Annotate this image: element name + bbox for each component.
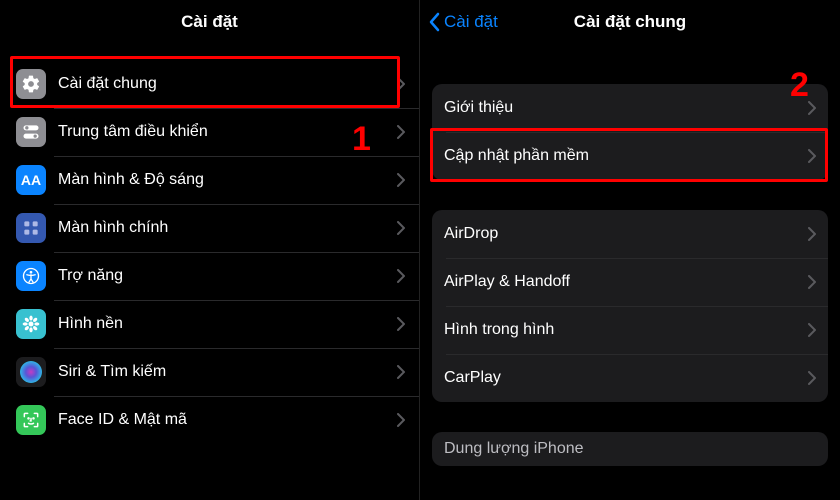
row-label: CarPlay [444,369,808,387]
row-label: Giới thiệu [444,99,808,117]
back-label: Cài đặt [444,12,498,32]
chevron-left-icon [428,12,440,32]
chevron-right-icon [397,365,405,379]
row-software-update[interactable]: Cập nhật phần mềm [432,132,828,180]
chevron-right-icon [808,323,816,337]
row-accessibility[interactable]: Trợ năng [0,252,419,300]
settings-root-panel: Cài đặt Cài đặt chung Trung tâm điều khi… [0,0,420,500]
row-label: AirPlay & Handoff [444,273,808,291]
chevron-right-icon [808,149,816,163]
row-about[interactable]: Giới thiệu [432,84,828,132]
row-label: Dung lượng iPhone [444,440,816,458]
row-carplay[interactable]: CarPlay [432,354,828,402]
row-home-screen[interactable]: Màn hình chính [0,204,419,252]
row-label: Hình trong hình [444,321,808,339]
header: Cài đặt [0,0,419,44]
row-general[interactable]: Cài đặt chung [0,60,419,108]
row-label: Face ID & Mật mã [58,411,397,429]
page-title: Cài đặt [181,12,238,32]
row-label: AirDrop [444,225,808,243]
row-airdrop[interactable]: AirDrop [432,210,828,258]
group-storage: Dung lượng iPhone [432,432,828,466]
chevron-right-icon [397,125,405,139]
row-label: Trung tâm điều khiển [58,123,397,141]
chevron-right-icon [397,413,405,427]
siri-icon [16,357,46,387]
chevron-right-icon [397,77,405,91]
row-faceid-passcode[interactable]: Face ID & Mật mã [0,396,419,444]
row-label: Màn hình chính [58,219,397,237]
group-about-update: Giới thiệu Cập nhật phần mềm [432,84,828,180]
settings-list: Cài đặt chung Trung tâm điều khiển AA Mà… [0,60,419,444]
back-button[interactable]: Cài đặt [428,0,498,44]
row-wallpaper[interactable]: Hình nền [0,300,419,348]
row-control-center[interactable]: Trung tâm điều khiển [0,108,419,156]
chevron-right-icon [397,317,405,331]
faceid-icon [16,405,46,435]
flower-icon [16,309,46,339]
chevron-right-icon [397,173,405,187]
chevron-right-icon [808,371,816,385]
group-airdrop-etc: AirDrop AirPlay & Handoff Hình trong hìn… [432,210,828,402]
grid-icon [16,213,46,243]
gear-icon [16,69,46,99]
chevron-right-icon [808,275,816,289]
row-display-brightness[interactable]: AA Màn hình & Độ sáng [0,156,419,204]
row-iphone-storage[interactable]: Dung lượng iPhone [432,432,828,466]
chevron-right-icon [808,227,816,241]
general-settings-panel: Cài đặt Cài đặt chung Giới thiệu Cập nhậ… [420,0,840,500]
row-airplay-handoff[interactable]: AirPlay & Handoff [432,258,828,306]
page-title: Cài đặt chung [574,12,686,32]
row-label: Cập nhật phần mềm [444,147,808,165]
row-label: Màn hình & Độ sáng [58,171,397,189]
chevron-right-icon [397,269,405,283]
row-siri-search[interactable]: Siri & Tìm kiếm [0,348,419,396]
header: Cài đặt Cài đặt chung [420,0,840,44]
accessibility-icon [16,261,46,291]
row-label: Trợ năng [58,267,397,285]
chevron-right-icon [397,221,405,235]
row-picture-in-picture[interactable]: Hình trong hình [432,306,828,354]
chevron-right-icon [808,101,816,115]
row-label: Hình nền [58,315,397,333]
row-label: Cài đặt chung [58,75,397,93]
toggles-icon [16,117,46,147]
row-label: Siri & Tìm kiếm [58,363,397,381]
text-size-icon: AA [16,165,46,195]
